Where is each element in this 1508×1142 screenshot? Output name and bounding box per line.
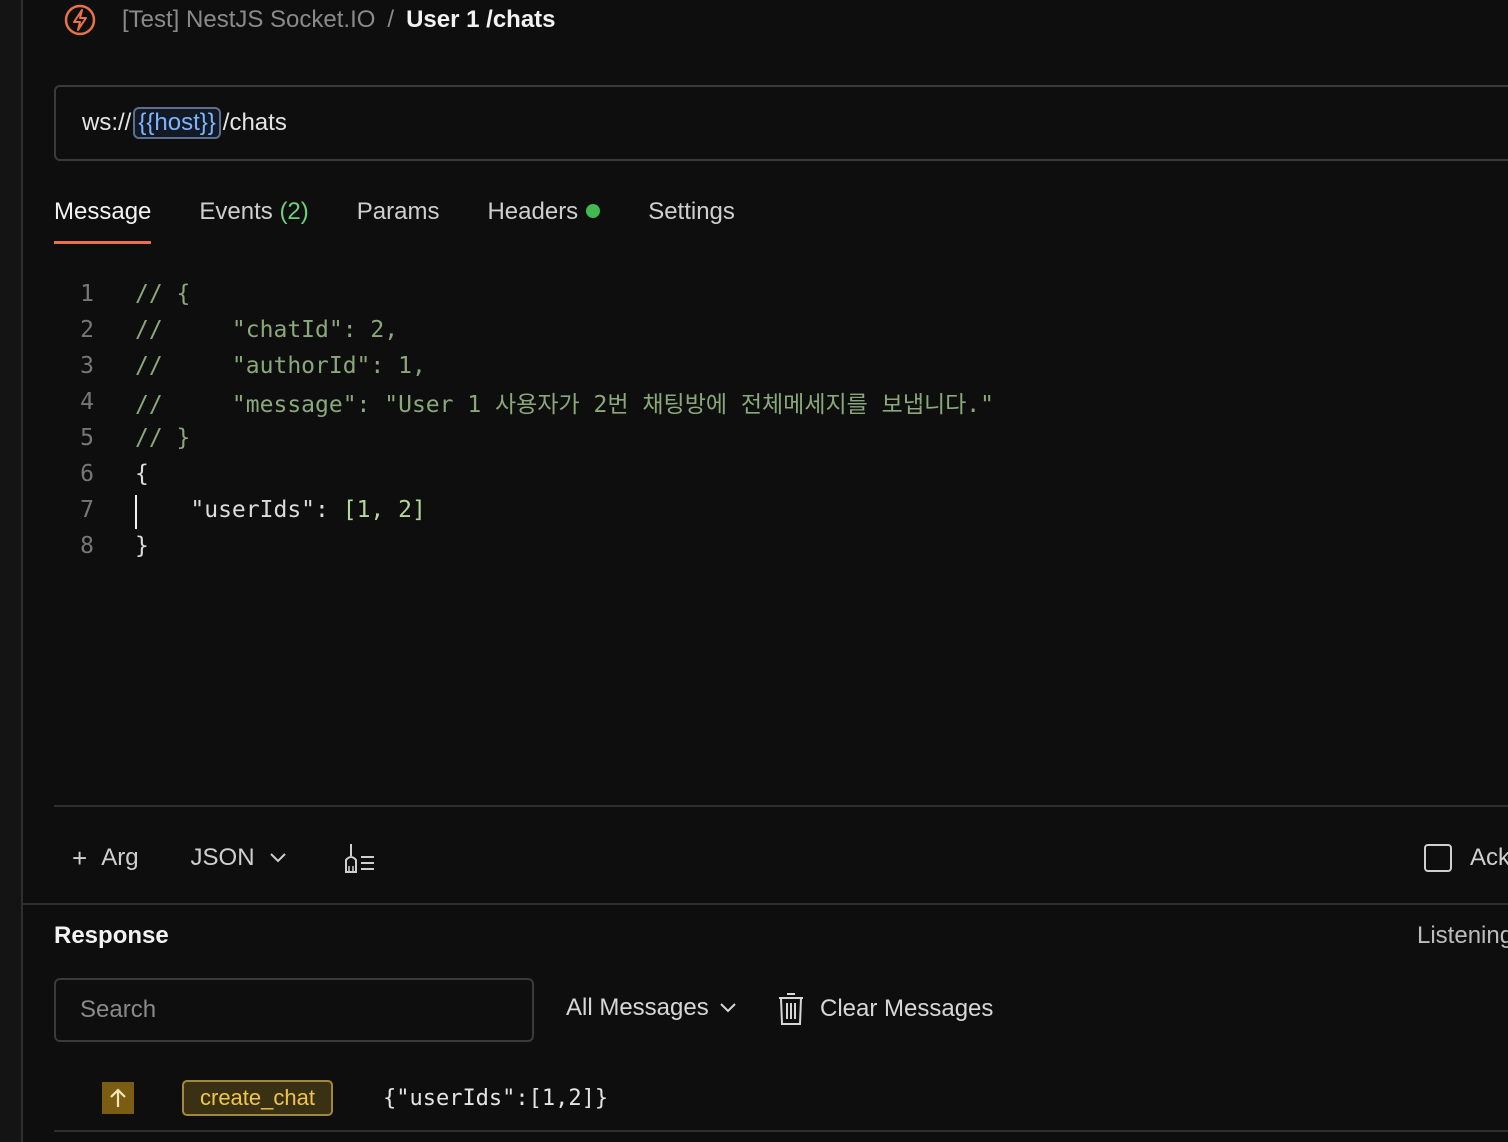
ack-checkbox[interactable] (1424, 844, 1452, 872)
trash-icon (779, 993, 803, 1025)
line-number: 7 (80, 497, 94, 523)
tab-label: Events (199, 198, 273, 225)
chevron-down-icon (720, 1003, 736, 1013)
json-value: [1, 2] (342, 497, 426, 523)
breadcrumb-separator: / (387, 6, 395, 33)
request-tabs: Message Events (2) Params Headers Settin… (54, 190, 783, 244)
line-number: 8 (80, 533, 94, 559)
code-text: // "authorId": 1, (135, 353, 426, 379)
text-cursor (135, 495, 137, 529)
add-arg-label: Arg (101, 844, 139, 871)
editor-divider (54, 805, 1508, 807)
code-text: // { (135, 281, 191, 307)
request-name[interactable]: User 1 /chats (406, 6, 555, 34)
tab-label: Message (54, 198, 152, 225)
chevron-down-icon (269, 853, 286, 863)
code-text: // } (135, 425, 191, 451)
code-line: 8} (54, 528, 1508, 564)
code-text: { (135, 461, 149, 487)
ack-label: Ack (1470, 844, 1508, 871)
code-text: } (135, 533, 149, 559)
line-number: 1 (80, 281, 94, 307)
row-divider (54, 1130, 1508, 1132)
tab-message[interactable]: Message (54, 190, 152, 244)
line-number: 5 (80, 425, 94, 451)
message-filter-value: All Messages (566, 994, 709, 1021)
line-number: 6 (80, 461, 94, 487)
section-divider (21, 903, 1508, 905)
outgoing-arrow-icon (102, 1082, 134, 1114)
connection-status: Listening (1417, 922, 1508, 949)
line-number: 4 (80, 389, 94, 415)
message-row[interactable]: create_chat {"userIds":[1,2]} (54, 1066, 1508, 1130)
code-line: 1 // { (54, 276, 1508, 312)
line-number: 2 (80, 317, 94, 343)
tab-events[interactable]: Events (2) (199, 190, 308, 244)
code-text: // "message": "User 1 사용자가 2번 채팅방에 전체메세지… (135, 392, 994, 418)
clear-messages-label: Clear Messages (820, 995, 994, 1022)
breadcrumb: [Test] NestJS Socket.IO / User 1 /chats (62, 0, 556, 40)
format-value: JSON (190, 844, 255, 871)
breadcrumb-collection[interactable]: [Test] NestJS Socket.IO (122, 6, 375, 34)
tab-headers[interactable]: Headers (487, 190, 601, 244)
message-payload: {"userIds":[1,2]} (382, 1085, 609, 1111)
code-line: 3 // "authorId": 1, (54, 348, 1508, 384)
url-input[interactable]: ws:// {{host}} /chats (54, 85, 1508, 161)
code-line: 2 // "chatId": 2, (54, 312, 1508, 348)
message-filter-select[interactable]: All Messages (566, 994, 737, 1022)
code-line: 4 // "message": "User 1 사용자가 2번 채팅방에 전체메세… (54, 384, 1508, 420)
tab-settings[interactable]: Settings (648, 190, 735, 244)
add-arg-button[interactable]: + Arg (72, 843, 139, 874)
tab-label: Settings (648, 198, 735, 225)
message-editor[interactable]: 1 // { 2 // "chatId": 2, 3 // "authorId": 1… (54, 276, 1508, 796)
event-name-badge: create_chat (182, 1080, 333, 1116)
plus-icon: + (72, 842, 88, 873)
left-rail (0, 0, 23, 1142)
tab-params[interactable]: Params (357, 190, 440, 244)
json-key: "userIds": (190, 497, 343, 523)
code-line: 6{ (54, 456, 1508, 492)
code-line: 7 "userIds": [1, 2] (54, 492, 1508, 529)
tab-label: Params (356, 198, 440, 225)
code-text: "userIds": [1, 2] (135, 495, 426, 529)
format-select[interactable]: JSON (191, 844, 287, 872)
socketio-logo-icon (62, 2, 98, 38)
response-search-input[interactable] (54, 978, 534, 1042)
url-suffix: /chats (222, 109, 287, 136)
tab-label: Headers (487, 198, 579, 225)
beautify-broom-icon (344, 844, 374, 873)
response-title: Response (54, 922, 169, 949)
headers-status-dot (586, 203, 601, 218)
url-prefix: ws:// (82, 109, 132, 136)
events-count: (2) (279, 198, 309, 225)
code-text: // "chatId": 2, (135, 317, 399, 343)
code-line: 5 // } (54, 420, 1508, 456)
editor-toolbar: + Arg JSON Ack (54, 832, 1508, 884)
clear-messages-button[interactable]: Clear Messages (778, 992, 993, 1026)
line-number: 3 (80, 353, 94, 379)
ack-toggle[interactable]: Ack (1424, 844, 1508, 872)
url-variable-host[interactable]: {{host}} (133, 107, 221, 139)
beautify-button[interactable] (343, 842, 377, 874)
